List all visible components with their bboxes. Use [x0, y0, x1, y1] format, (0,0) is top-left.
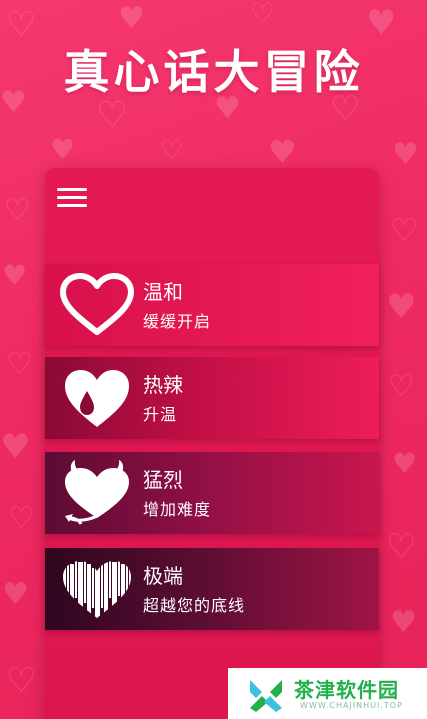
heart-pattern-icon: ♥ — [118, 1, 145, 36]
watermark-logo-icon — [250, 680, 282, 712]
heart-pattern-icon: ♥ — [2, 577, 29, 612]
heart-pattern-icon: ♡ — [390, 211, 419, 249]
heart-pattern-icon: ♡ — [386, 527, 417, 567]
watermark-subtitle: WWW.CHAJINHUI.TOP — [300, 701, 403, 710]
level-name: 温和 — [143, 280, 183, 304]
heart-pattern-icon: ♥ — [268, 133, 297, 171]
heart-pattern-icon: ♡ — [250, 0, 276, 30]
heart-pattern-icon: ♥ — [2, 259, 28, 292]
heart-pattern-icon: ♡ — [96, 95, 129, 136]
heart-pattern-icon: ♡ — [160, 136, 184, 166]
watermark-title: 茶津软件园 — [294, 678, 399, 702]
heart-pattern-icon: ♥ — [0, 427, 31, 467]
heart-pattern-icon: ♥ — [392, 137, 419, 172]
level-intense-button[interactable]: 猛烈 增加难度 — [45, 452, 379, 534]
heart-pattern-icon: ♥ — [366, 3, 397, 43]
heart-pattern-icon: ♡ — [6, 661, 37, 701]
level-hot-button[interactable]: 热辣 升温 — [45, 357, 379, 439]
level-description: 增加难度 — [143, 500, 212, 519]
level-name: 极端 — [143, 564, 183, 588]
menu-icon[interactable] — [57, 186, 89, 210]
level-extreme-button[interactable]: 极端 超越您的底线 — [45, 548, 379, 630]
heart-pattern-icon: ♡ — [6, 347, 33, 382]
level-mild-button[interactable]: 温和 缓缓开启 — [45, 264, 379, 346]
heart-pattern-icon: ♡ — [4, 193, 31, 228]
outline-heart-icon — [60, 273, 134, 335]
glitch-heart-icon — [63, 561, 131, 618]
heart-pattern-icon: ♥ — [50, 133, 76, 166]
heart-pattern-icon: ♥ — [392, 447, 418, 480]
devil-heart-icon — [65, 460, 129, 525]
heart-pattern-icon: ♡ — [388, 369, 415, 404]
level-name: 热辣 — [143, 373, 183, 397]
watermark-badge: 茶津软件园 WWW.CHAJINHUI.TOP — [228, 668, 427, 719]
heart-pattern-icon: ♥ — [390, 605, 417, 640]
level-description: 升温 — [143, 405, 178, 424]
level-name: 猛烈 — [143, 468, 183, 492]
drop-heart-icon — [65, 370, 129, 427]
level-description: 缓缓开启 — [143, 312, 212, 331]
level-panel: 温和 缓缓开启 热辣 升温 猛烈 增加难度 极端 超越您的底线 — [45, 168, 379, 719]
heart-pattern-icon: ♥ — [386, 287, 417, 327]
heart-pattern-icon: ♡ — [8, 501, 35, 536]
app-title: 真心话大冒险 — [63, 45, 364, 99]
level-description: 超越您的底线 — [143, 596, 246, 615]
